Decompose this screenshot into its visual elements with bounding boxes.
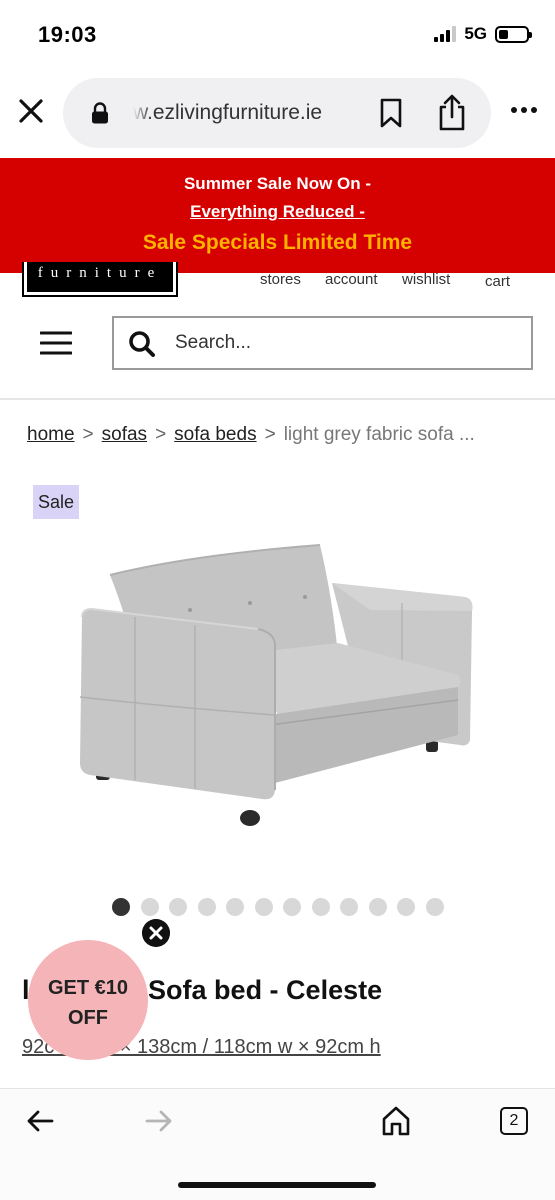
sale-badge: Sale (33, 485, 79, 519)
forward-arrow-icon[interactable] (145, 1109, 173, 1133)
more-icon[interactable] (510, 106, 538, 114)
discount-bubble-line1: GET €10 (47, 977, 129, 999)
promo-headline: Summer Sale Now On - (183, 174, 372, 193)
image-carousel-dots (112, 898, 444, 916)
breadcrumb-home[interactable]: home (27, 424, 75, 445)
status-bar: 19:03 5G (0, 0, 555, 70)
carousel-dot[interactable] (226, 898, 244, 916)
carousel-dot[interactable] (311, 898, 330, 916)
breadcrumb-separator: > (82, 424, 94, 445)
search-icon (129, 331, 155, 357)
url-fade (133, 96, 151, 130)
nav-stores[interactable]: stores (260, 271, 301, 288)
carousel-dot[interactable] (340, 898, 358, 916)
close-bubble-icon[interactable] (142, 919, 170, 947)
carousel-dot[interactable] (368, 898, 387, 916)
breadcrumb-sofa-beds[interactable]: sofa beds (174, 424, 256, 445)
lock-icon (92, 102, 108, 124)
back-arrow-icon[interactable] (26, 1109, 54, 1133)
signal-icon (434, 26, 457, 42)
status-indicators: 5G (434, 24, 532, 44)
carousel-dot[interactable] (112, 898, 130, 916)
status-time: 19:03 (38, 22, 97, 47)
address-bar[interactable]: w.ezlivingfurniture.ie (63, 78, 491, 148)
breadcrumb-separator: > (264, 424, 276, 445)
promo-subline: Sale Specials Limited Time (142, 231, 413, 254)
breadcrumb-current: light grey fabric sofa ... (283, 424, 475, 445)
carousel-dot[interactable] (425, 898, 444, 916)
promo-link[interactable]: Everything Reduced - (0, 202, 555, 222)
carousel-dot[interactable] (254, 898, 273, 916)
nav-cart[interactable]: cart (485, 273, 510, 290)
discount-bubble[interactable]: GET €10 OFF (28, 940, 148, 1060)
search-placeholder: Search... (175, 332, 252, 353)
carousel-dot[interactable] (197, 898, 216, 916)
tabs-icon[interactable]: 2 (500, 1107, 528, 1135)
battery-icon (495, 25, 532, 43)
breadcrumb: home > sofas > sofa beds > light grey fabric s… (27, 424, 537, 446)
header-divider (0, 398, 555, 400)
carousel-dot[interactable] (169, 898, 187, 916)
logo-text: furniture (27, 262, 173, 292)
breadcrumb-sofas[interactable]: sofas (102, 424, 147, 445)
discount-bubble-line2: OFF (68, 1007, 108, 1029)
carousel-dot[interactable] (140, 898, 159, 916)
search-input[interactable]: Search... (112, 316, 533, 370)
home-icon[interactable] (381, 1105, 411, 1137)
menu-icon[interactable] (40, 331, 72, 355)
url-text: w.ezlivingfurniture.ie (133, 101, 323, 124)
promo-banner[interactable]: Summer Sale Now On - Everything Reduced … (0, 158, 555, 273)
bookmark-icon[interactable] (379, 98, 403, 128)
close-icon[interactable] (16, 96, 46, 126)
share-icon[interactable] (437, 93, 467, 131)
nav-wishlist[interactable]: wishlist (402, 271, 450, 288)
carousel-dot[interactable] (397, 898, 415, 916)
breadcrumb-separator: > (155, 424, 167, 445)
site-logo[interactable]: furniture (22, 262, 178, 297)
network-type: 5G (464, 24, 487, 43)
carousel-dot[interactable] (283, 898, 301, 916)
nav-account[interactable]: account (325, 271, 378, 288)
product-image[interactable] (70, 535, 490, 835)
home-indicator (178, 1182, 376, 1188)
browser-bar: w.ezlivingfurniture.ie (0, 70, 555, 158)
